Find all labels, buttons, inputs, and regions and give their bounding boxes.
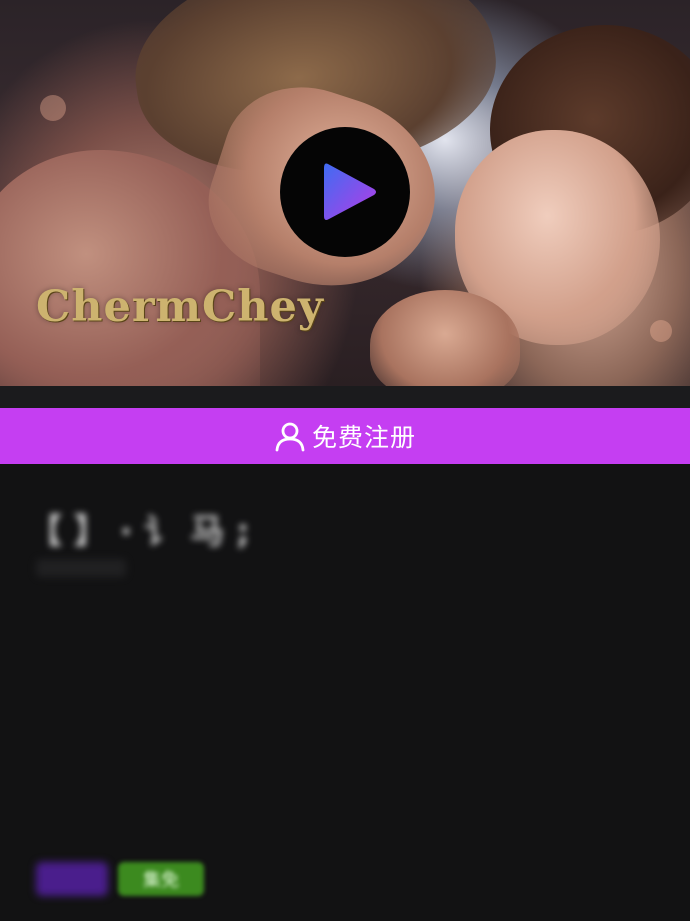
free-episodes-badge[interactable]: 集免 (118, 862, 204, 896)
bokeh-light (40, 95, 66, 121)
video-title: 【 】 · 讠 马 ; (28, 512, 250, 552)
register-button[interactable]: 免费注册 (0, 408, 690, 464)
tag-badge[interactable] (36, 862, 108, 896)
video-player[interactable]: ChermChey (0, 0, 690, 386)
register-label: 免费注册 (311, 423, 416, 452)
bokeh-light (650, 320, 672, 342)
play-button[interactable] (280, 127, 410, 257)
video-subtitle-placeholder (36, 559, 126, 577)
play-icon (324, 163, 376, 220)
content-area: 【 】 · 讠 马 ; 集免 (0, 464, 690, 921)
divider (0, 386, 690, 408)
watermark-logo: ChermChey (36, 282, 324, 332)
user-icon (275, 422, 305, 452)
page: ChermChey 免费注册 【 】 · 讠 马 ; 集免 (0, 0, 690, 921)
